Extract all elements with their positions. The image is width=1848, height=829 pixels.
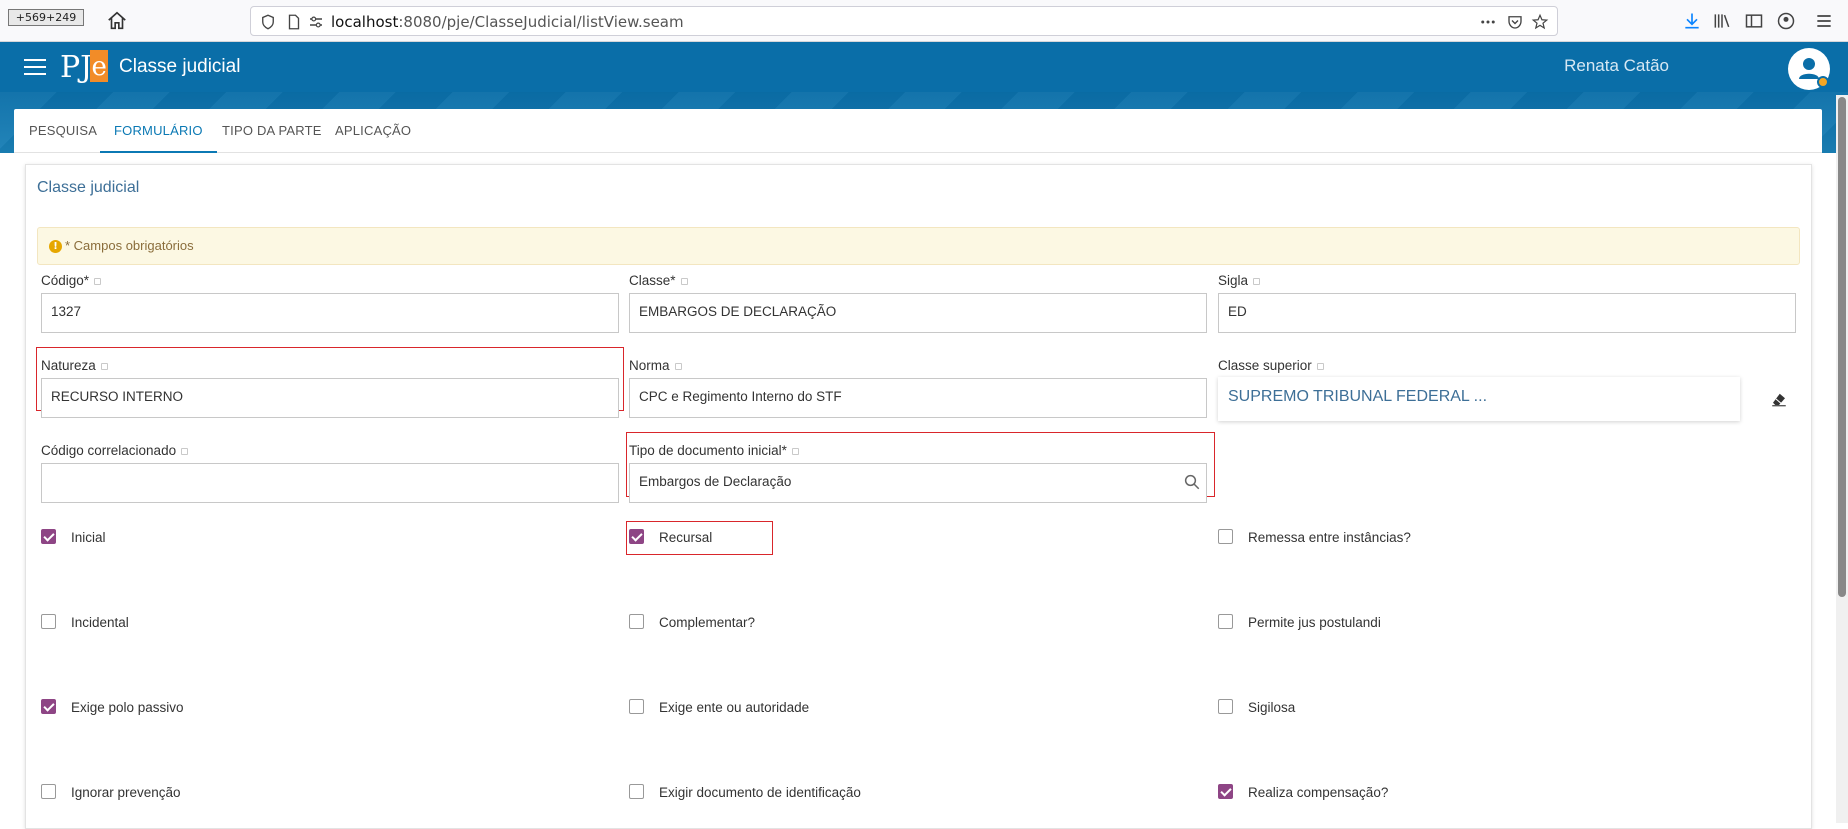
codigo-correlacionado-field[interactable] [41, 463, 619, 503]
tab-tipo-da-parte[interactable]: TIPO DA PARTE [208, 123, 336, 153]
tipo-documento-field[interactable]: Embargos de Declaração [629, 463, 1207, 503]
ente-autoridade-label: Exige ente ou autoridade [659, 700, 810, 715]
ente-autoridade-checkbox[interactable] [629, 699, 644, 714]
form-card: Classe judicial ! * Campos obrigatórios … [25, 164, 1812, 829]
inicial-label: Inicial [71, 530, 106, 545]
complementar-checkbox[interactable] [629, 614, 644, 629]
lock-icon [94, 277, 102, 285]
coordinate-readout: +569+249 [8, 9, 84, 26]
ignorar-prevencao-label: Ignorar prevenção [71, 785, 181, 800]
polo-passivo-checkbox[interactable] [41, 699, 56, 714]
browser-toolbar: +569+249 localhost:8080/pje/ClasseJudici… [0, 0, 1848, 42]
connection-icon[interactable] [307, 13, 325, 31]
codigo-field[interactable]: 1327 [41, 293, 619, 333]
eraser-icon[interactable] [1770, 390, 1788, 408]
pje-logo[interactable]: PJe [60, 50, 109, 86]
status-indicator [1817, 76, 1829, 88]
shield-icon[interactable] [259, 13, 277, 31]
sigilosa-checkbox[interactable] [1218, 699, 1233, 714]
form-title: Classe judicial [37, 179, 140, 196]
incidental-label: Incidental [71, 615, 129, 630]
sigla-field[interactable]: ED [1218, 293, 1796, 333]
sigilosa-label: Sigilosa [1248, 700, 1296, 715]
content-panel: PESQUISA FORMULÁRIO TIPO DA PARTE APLICA… [14, 109, 1822, 829]
remessa-checkbox[interactable] [1218, 529, 1233, 544]
documento-identificacao-checkbox[interactable] [629, 784, 644, 799]
user-name[interactable]: Renata Catão [1564, 56, 1669, 76]
classe-field[interactable]: EMBARGOS DE DECLARAÇÃO [629, 293, 1207, 333]
menu-icon[interactable] [1814, 11, 1834, 31]
norma-field[interactable]: CPC e Regimento Interno do STF [629, 378, 1207, 418]
library-icon[interactable] [1712, 11, 1732, 31]
tab-aplicacao[interactable]: APLICAÇÃO [321, 123, 425, 153]
codigo-label: Código* [41, 273, 102, 288]
compensacao-checkbox[interactable] [1218, 784, 1233, 799]
jus-postulandi-checkbox[interactable] [1218, 614, 1233, 629]
sidebar-icon[interactable] [1744, 11, 1764, 31]
lock-icon [1253, 277, 1261, 285]
recursal-checkbox[interactable] [629, 529, 644, 544]
ignorar-prevencao-checkbox[interactable] [41, 784, 56, 799]
natureza-label: Natureza [41, 358, 108, 373]
tipo-documento-label: Tipo de documento inicial* [629, 443, 799, 458]
tab-pesquisa[interactable]: PESQUISA [15, 123, 111, 153]
account-icon[interactable] [1776, 11, 1796, 31]
url-path: :8080/pje/ClasseJudicial/listView.seam [398, 13, 684, 31]
documento-identificacao-label: Exigir documento de identificação [659, 785, 861, 800]
lock-icon [1316, 362, 1324, 370]
lock-icon [100, 362, 108, 370]
page-scrollbar[interactable] [1836, 95, 1848, 823]
inicial-checkbox[interactable] [41, 529, 56, 544]
remessa-label: Remessa entre instâncias? [1248, 530, 1411, 545]
hamburger-menu-icon[interactable] [24, 59, 46, 77]
complementar-label: Complementar? [659, 615, 756, 630]
pocket-icon[interactable] [1506, 13, 1524, 31]
page-info-icon[interactable] [285, 13, 303, 31]
classe-label: Classe* [629, 273, 688, 288]
compensacao-label: Realiza compensação? [1248, 785, 1389, 800]
norma-label: Norma [629, 358, 682, 373]
url-text[interactable]: localhost:8080/pje/ClasseJudicial/listVi… [331, 13, 684, 31]
scrollbar-thumb[interactable] [1838, 97, 1846, 597]
home-icon[interactable] [106, 10, 128, 32]
incidental-checkbox[interactable] [41, 614, 56, 629]
tab-bar: PESQUISA FORMULÁRIO TIPO DA PARTE APLICA… [14, 109, 1822, 153]
search-icon[interactable] [1183, 473, 1201, 491]
bookmark-star-icon[interactable] [1531, 13, 1549, 31]
warning-icon: ! [49, 240, 62, 253]
polo-passivo-label: Exige polo passivo [71, 700, 184, 715]
natureza-field[interactable]: RECURSO INTERNO [41, 378, 619, 418]
more-options-icon[interactable] [1479, 13, 1497, 31]
sigla-label: Sigla [1218, 273, 1261, 288]
lock-icon [680, 277, 688, 285]
url-host: localhost [331, 13, 399, 31]
required-fields-notice: ! * Campos obrigatórios [37, 227, 1800, 265]
classe-superior-field[interactable]: SUPREMO TRIBUNAL FEDERAL ... [1218, 377, 1740, 421]
codigo-correlacionado-label: Código correlacionado [41, 443, 189, 458]
notice-text: * Campos obrigatórios [65, 238, 194, 253]
download-icon[interactable] [1682, 11, 1702, 31]
lock-icon [674, 362, 682, 370]
page-title: Classe judicial [119, 56, 241, 77]
lock-icon [791, 447, 799, 455]
jus-postulandi-label: Permite jus postulandi [1248, 615, 1381, 630]
lock-icon [181, 447, 189, 455]
address-bar[interactable]: localhost:8080/pje/ClasseJudicial/listVi… [250, 6, 1558, 36]
classe-superior-label: Classe superior [1218, 358, 1324, 373]
recursal-label: Recursal [659, 530, 713, 545]
tab-formulario[interactable]: FORMULÁRIO [100, 123, 217, 153]
